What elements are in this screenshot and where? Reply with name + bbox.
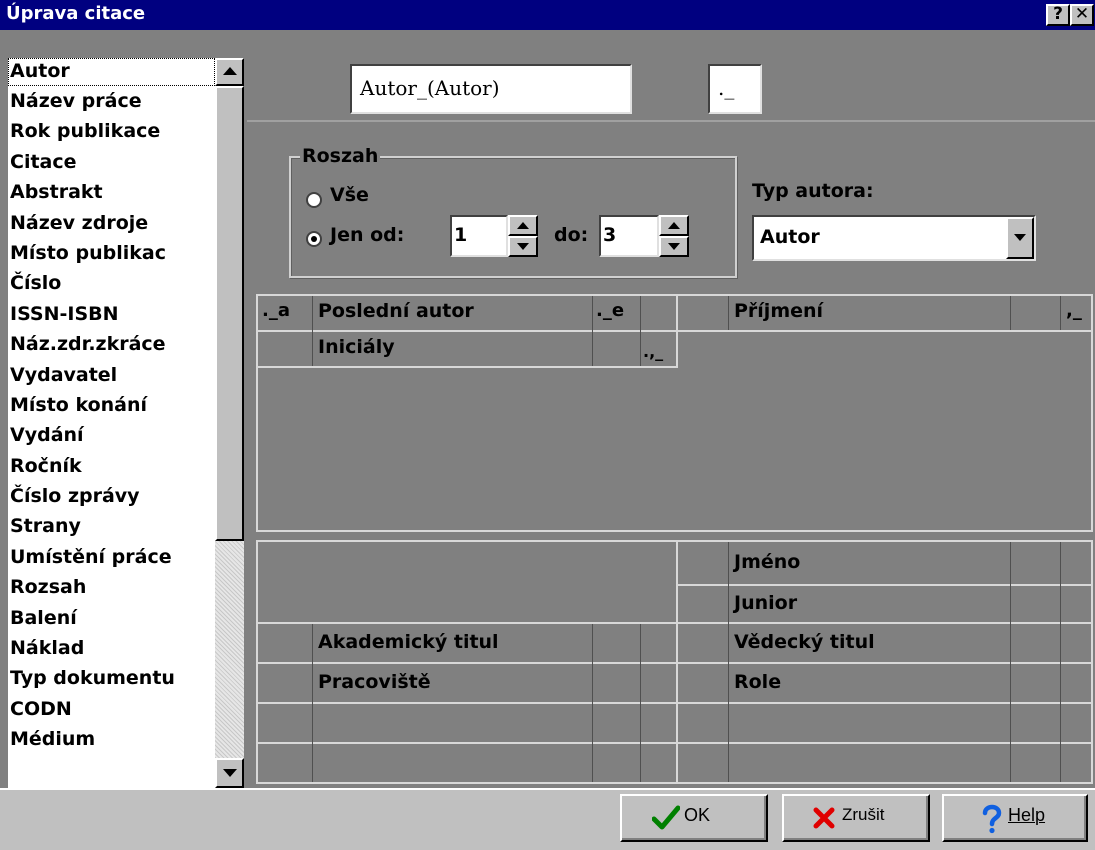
grid-divider [1060, 296, 1061, 330]
from-spin-down[interactable] [508, 236, 538, 257]
list-item[interactable]: Vydavatel [8, 360, 215, 390]
grid2-right-border [1091, 540, 1093, 784]
grid-divider [312, 296, 313, 366]
x-icon [813, 807, 835, 829]
to-label: do: [554, 224, 589, 246]
author-type-select[interactable]: Autor [752, 215, 1036, 261]
range-group-label: Roszah [300, 145, 381, 167]
radio-selected-dot [311, 236, 317, 242]
help-button[interactable]: Help [942, 794, 1088, 842]
list-item[interactable]: Umístění práce [8, 542, 215, 572]
help-title-button[interactable]: ? [1046, 4, 1070, 26]
grid-divider [640, 296, 641, 366]
list-item[interactable]: Typ dokumentu [8, 663, 215, 693]
to-spin-input[interactable]: 3 [599, 215, 659, 257]
from-spin-input[interactable]: 1 [450, 215, 508, 257]
list-item[interactable]: Autor [8, 58, 215, 86]
workplace-cell[interactable]: Pracoviště [318, 671, 431, 693]
button-bar [0, 788, 1095, 850]
list-item[interactable]: Číslo zprávy [8, 481, 215, 511]
grid-bottom-border [258, 530, 1093, 532]
prefix-a-cell[interactable]: ._a [262, 300, 290, 321]
grid-divider [1060, 542, 1061, 782]
radio-all-label[interactable]: Vše [330, 184, 369, 206]
list-item[interactable]: Náz.zdr.zkráce [8, 329, 215, 359]
cancel-label: Zrušit [842, 805, 885, 824]
grid-divider [1010, 296, 1011, 330]
fields-list[interactable]: Autor Název práce Rok publikace Citace Abstr… [8, 58, 215, 788]
grid2-border [676, 584, 1093, 586]
grid-divider [1010, 542, 1011, 782]
ok-button[interactable]: OK [620, 794, 768, 842]
separator-input[interactable]: ._ [708, 64, 762, 114]
role-cell[interactable]: Role [734, 671, 781, 693]
field-name-input[interactable]: Autor_(Autor) [350, 64, 632, 114]
initials-suffix-cell[interactable]: .,_ [643, 342, 663, 361]
grid-row2-border [258, 366, 678, 368]
scroll-down-button[interactable] [215, 758, 244, 788]
list-item[interactable]: CODN [8, 694, 215, 724]
list-item[interactable]: Rok publikace [8, 116, 215, 146]
surname-cell[interactable]: Příjmení [734, 300, 823, 322]
grid-right-border [1091, 294, 1093, 532]
scientific-title-cell[interactable]: Vědecký titul [734, 631, 875, 653]
grid-mid-border [676, 294, 678, 368]
grid-divider [312, 624, 313, 782]
window-title: Úprava citace [6, 3, 146, 24]
help-label: Help [1008, 805, 1046, 825]
grid-left-border [256, 294, 258, 532]
list-item[interactable]: ISSN-ISBN [8, 299, 215, 329]
list-item[interactable]: Citace [8, 147, 215, 177]
junior-cell[interactable]: Junior [734, 592, 797, 614]
list-item[interactable]: Název práce [8, 86, 215, 116]
grid-divider [592, 624, 593, 782]
radio-all[interactable] [306, 192, 322, 208]
list-scrollbar[interactable] [215, 58, 244, 788]
grid-divider [728, 542, 729, 782]
list-item[interactable]: Vydání [8, 420, 215, 450]
grid2-mid-border [676, 540, 678, 784]
grid-divider [728, 296, 729, 330]
radio-only-from-label[interactable]: Jen od: [330, 224, 404, 246]
list-top-margin [0, 30, 247, 58]
question-icon [982, 804, 1002, 834]
title-bar [0, 0, 1095, 30]
author-type-dropdown-button[interactable] [1006, 217, 1034, 259]
list-item[interactable]: Médium [8, 724, 215, 754]
list-item[interactable]: Strany [8, 511, 215, 541]
author-type-label: Typ autora: [752, 180, 874, 202]
suffix-e-cell[interactable]: ._e [596, 300, 624, 321]
list-item[interactable]: Místo publikac [8, 238, 215, 268]
check-icon [652, 805, 680, 830]
to-spin-up[interactable] [659, 215, 689, 236]
left-margin [0, 30, 8, 788]
list-item[interactable]: Rozsah [8, 572, 215, 602]
scroll-up-button[interactable] [215, 58, 244, 86]
list-item[interactable]: Balení [8, 603, 215, 633]
list-item[interactable]: Abstrakt [8, 177, 215, 207]
list-item[interactable]: Náklad [8, 633, 215, 663]
grid2-left-border [256, 540, 258, 784]
academic-title-cell[interactable]: Akademický titul [318, 631, 499, 653]
list-item[interactable]: Číslo [8, 268, 215, 298]
grid-divider [592, 296, 593, 366]
close-button[interactable]: ✕ [1070, 4, 1094, 26]
radio-only-from[interactable] [306, 231, 322, 247]
cancel-button[interactable]: Zrušit [782, 794, 930, 842]
list-item[interactable]: Místo konání [8, 390, 215, 420]
ok-label: OK [684, 805, 711, 825]
grid-divider [640, 624, 641, 782]
first-name-cell[interactable]: Jméno [734, 551, 800, 573]
surname-suffix-cell[interactable]: ,_ [1066, 300, 1082, 321]
scroll-thumb[interactable] [215, 86, 244, 541]
list-item[interactable]: Název zdroje [8, 208, 215, 238]
to-spin-down[interactable] [659, 236, 689, 257]
last-author-cell[interactable]: Poslední autor [318, 300, 474, 322]
initials-cell[interactable]: Iniciály [318, 336, 395, 358]
list-item[interactable]: Ročník [8, 451, 215, 481]
from-spin-up[interactable] [508, 215, 538, 236]
